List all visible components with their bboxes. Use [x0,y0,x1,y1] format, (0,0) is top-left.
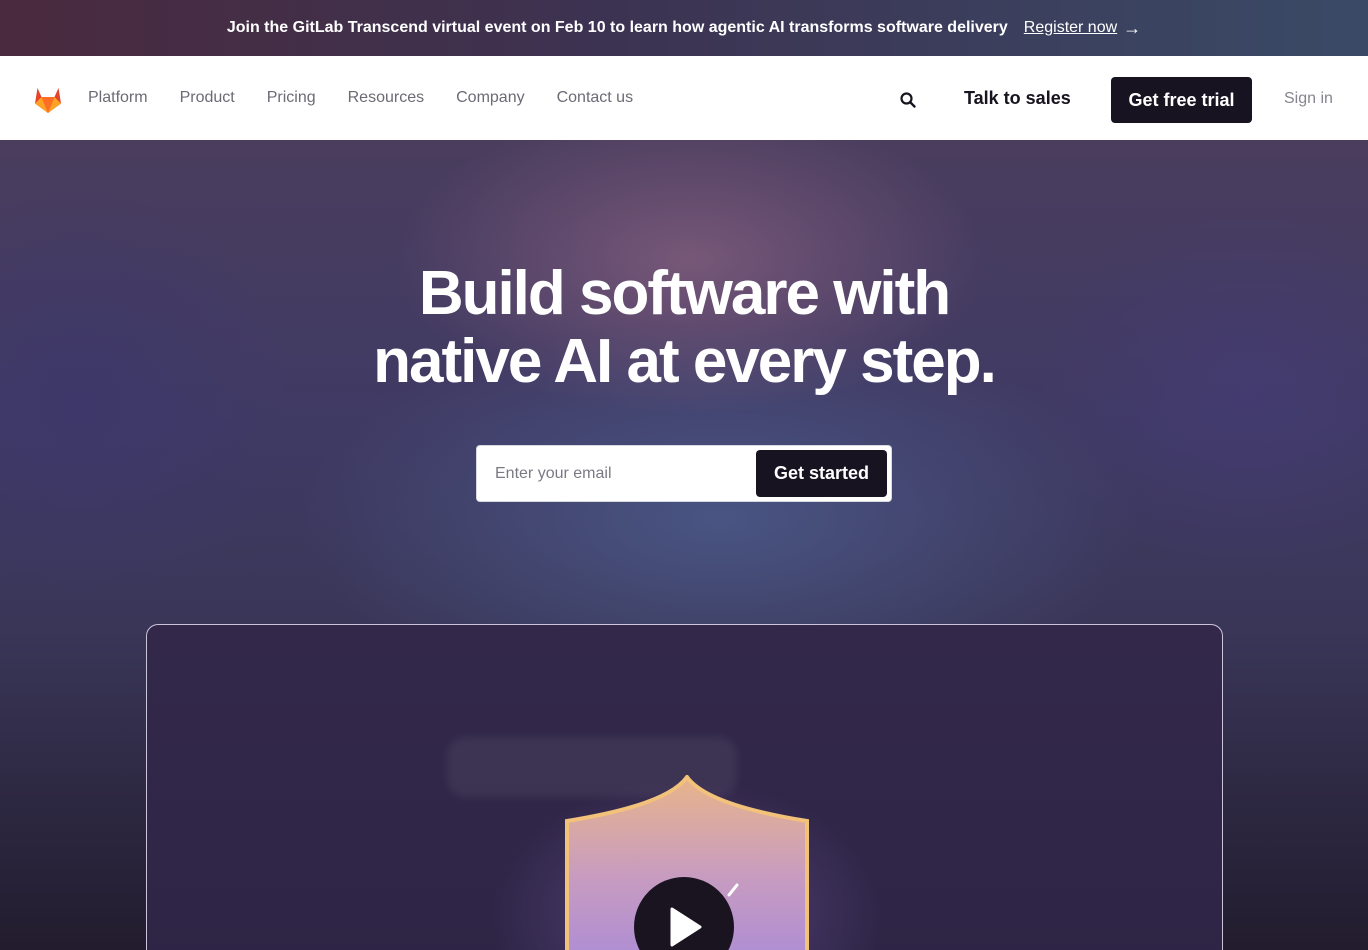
arrow-right-icon[interactable]: → [1123,18,1141,39]
email-field[interactable] [495,446,745,501]
play-icon [670,907,702,947]
get-started-button[interactable]: Get started [756,450,887,497]
headline-line-1: Build software with [418,259,951,328]
announcement-banner: Join the GitLab Transcend virtual event … [0,0,1368,56]
main-navigation: Platform Product Pricing Resources Compa… [0,56,1368,140]
talk-to-sales-link[interactable]: Talk to sales [964,88,1071,109]
hero-section: Build software with native AI at every s… [0,140,1368,950]
email-signup-form: Get started [476,445,892,502]
video-player[interactable] [146,624,1223,950]
nav-company[interactable]: Company [456,89,524,107]
nav-pricing[interactable]: Pricing [267,89,316,107]
nav-product[interactable]: Product [180,89,235,107]
sign-in-link[interactable]: Sign in [1284,90,1333,108]
get-free-trial-button[interactable]: Get free trial [1111,77,1252,123]
nav-links: Platform Product Pricing Resources Compa… [88,56,633,140]
nav-resources[interactable]: Resources [348,89,424,107]
nav-platform[interactable]: Platform [88,89,148,107]
search-icon[interactable] [899,91,917,109]
nav-contact-us[interactable]: Contact us [557,89,633,107]
headline-line-2: native AI at every step. [373,327,997,396]
gitlab-tanuki-icon[interactable] [32,84,64,116]
hero-headline: Build software with native AI at every s… [0,260,1368,396]
banner-message: Join the GitLab Transcend virtual event … [226,19,1008,36]
register-now-link[interactable]: Register now [1024,19,1117,37]
